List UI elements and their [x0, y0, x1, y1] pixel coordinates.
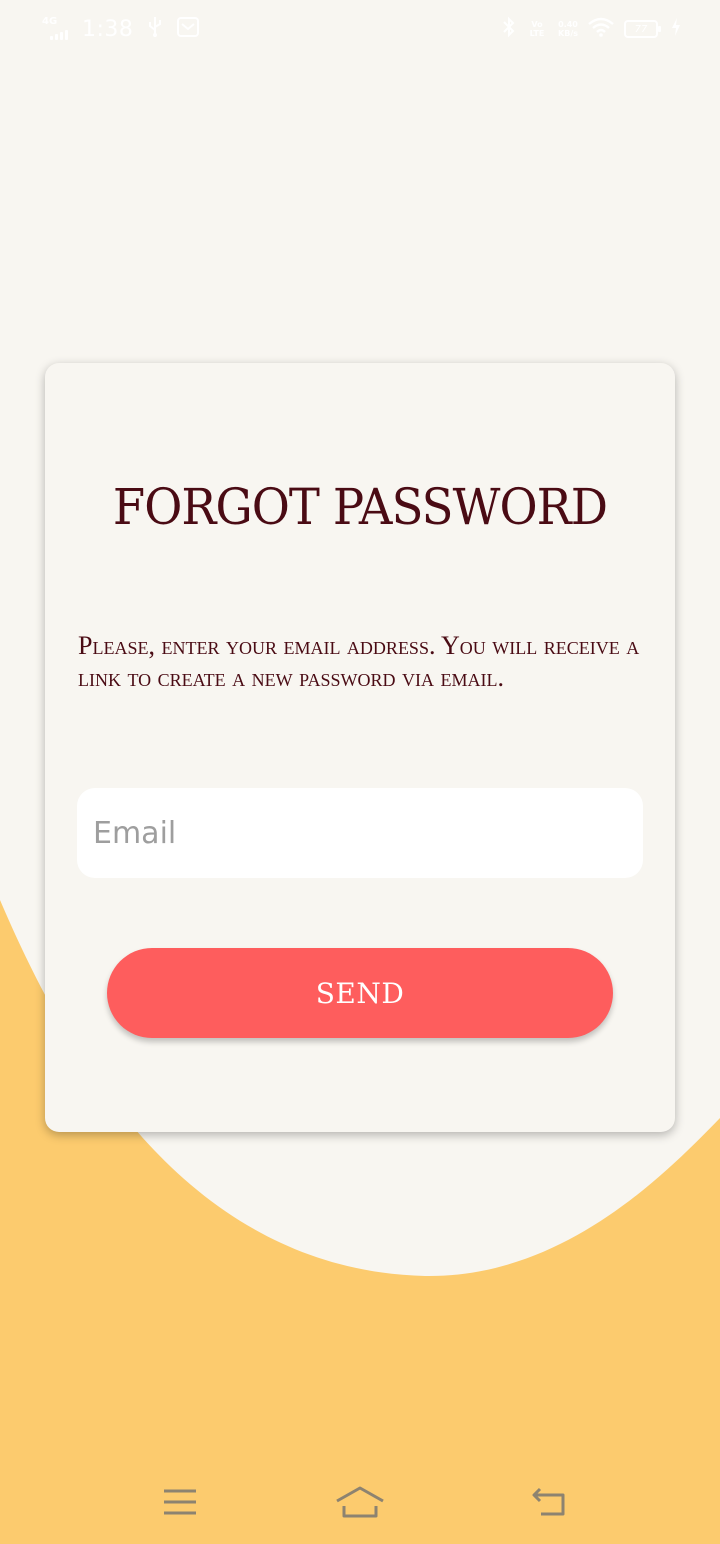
- network-speed: 0.40 KB/s: [558, 20, 578, 38]
- home-icon[interactable]: [330, 1480, 390, 1524]
- navigation-bar: [0, 1460, 720, 1544]
- instruction-text: Please, enter your email address. You wi…: [78, 631, 640, 692]
- menu-icon[interactable]: [150, 1480, 210, 1524]
- usb-icon: [147, 16, 163, 42]
- battery-level: 77: [634, 23, 648, 35]
- cellular-signal-icon: 4G: [42, 16, 76, 42]
- status-bar: 4G 1:38 Vo LTE 0.40 KB/s 77: [0, 0, 720, 56]
- status-time: 1:38: [82, 16, 134, 42]
- send-button[interactable]: SEND: [107, 948, 613, 1038]
- charging-icon: [672, 18, 680, 40]
- network-speed-unit: KB/s: [558, 29, 578, 38]
- email-field[interactable]: [77, 788, 643, 878]
- page-title: FORGOT PASSWORD: [112, 478, 608, 536]
- network-speed-value: 0.40: [558, 20, 578, 29]
- battery-icon: 77: [624, 20, 661, 38]
- network-type-label: 4G: [42, 16, 58, 27]
- volte-label: Vo LTE: [529, 20, 545, 38]
- bluetooth-icon: [502, 16, 516, 42]
- wifi-icon: [588, 17, 614, 41]
- back-icon[interactable]: [518, 1480, 578, 1524]
- mail-icon: [177, 16, 200, 42]
